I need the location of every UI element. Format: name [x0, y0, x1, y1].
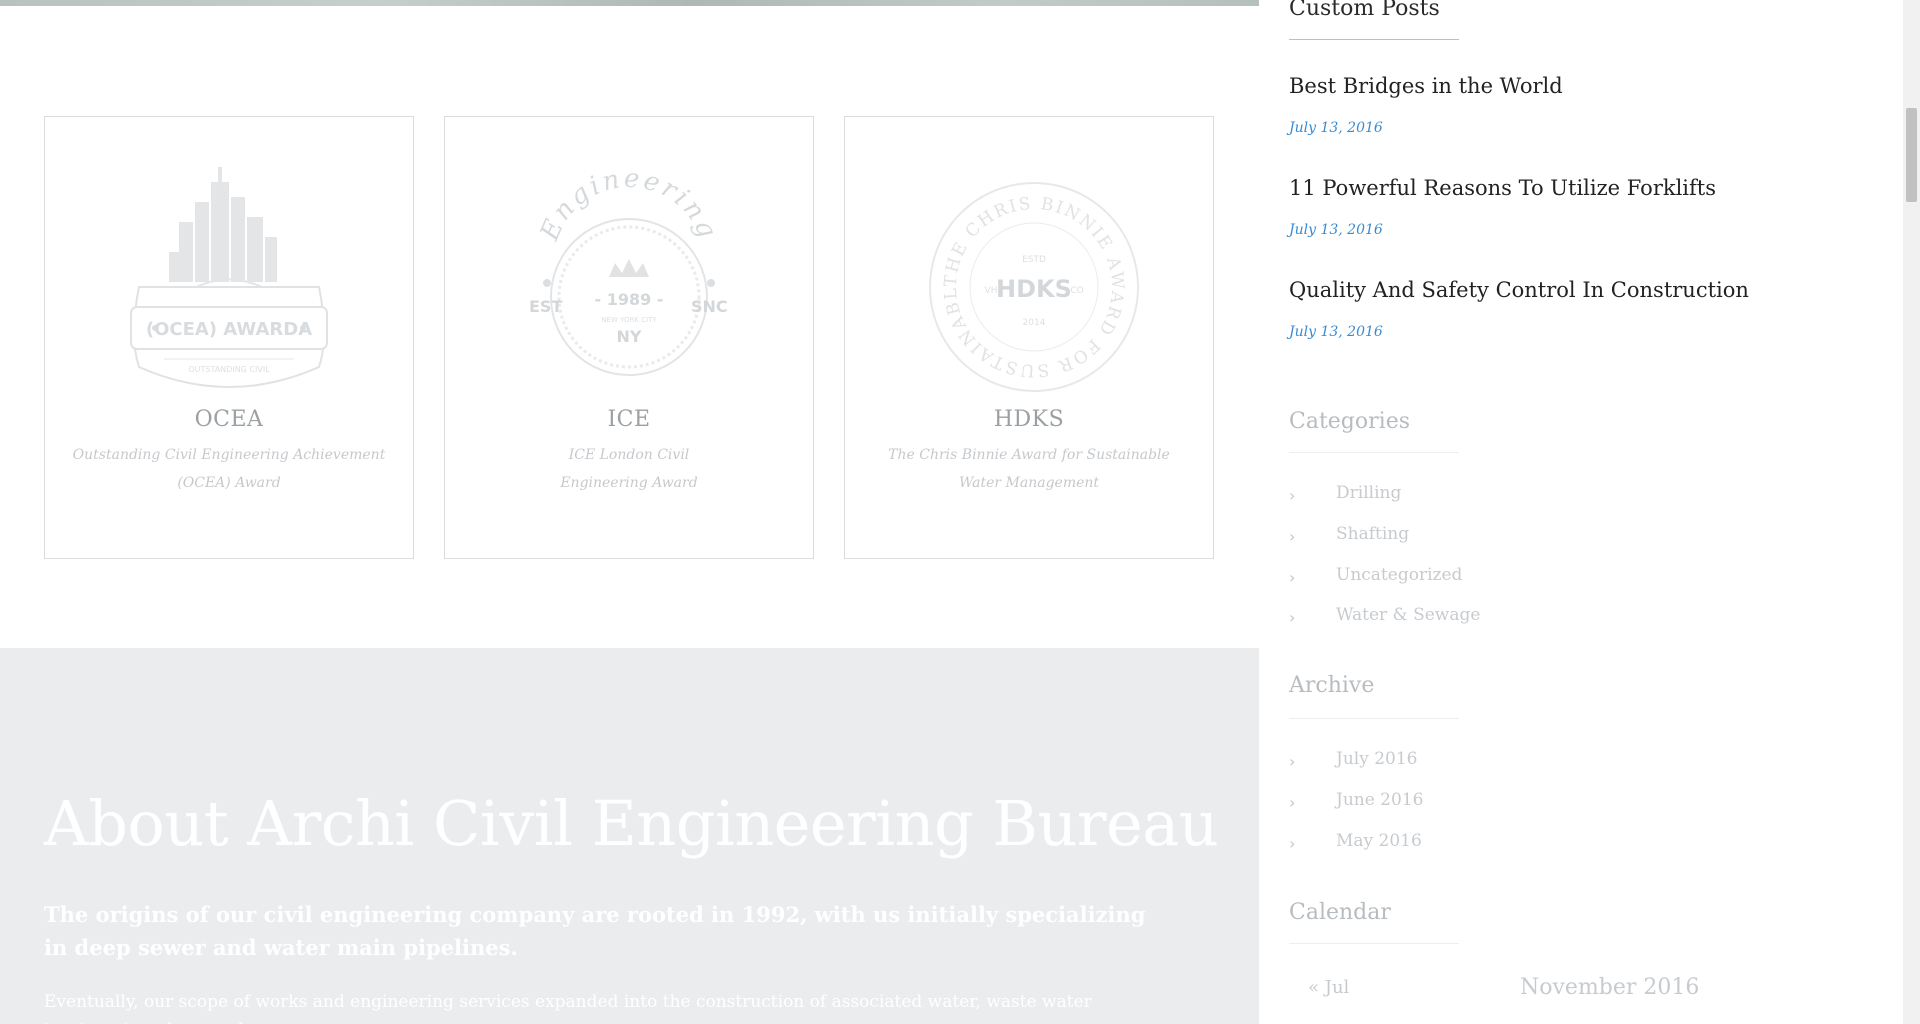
category-item[interactable]: › Water & Sewage	[1289, 605, 1689, 629]
scrollbar-thumb[interactable]	[1906, 108, 1917, 202]
ice-logo-left: EST	[529, 297, 562, 316]
award-title: HDKS	[993, 407, 1065, 432]
about-heading: About Archi Civil Engineering Bureau	[44, 787, 1219, 860]
award-card-ice: Engineering - 1989 - NEW YORK CITY NY ES…	[444, 116, 814, 559]
award-card-hdks: THE CHRIS BINNIE AWARD FOR SUSTAINABLE E…	[844, 116, 1214, 559]
post-date-1[interactable]: July 13, 2016	[1289, 120, 1383, 136]
category-label[interactable]: Uncategorized	[1336, 565, 1462, 585]
archive-item[interactable]: › May 2016	[1289, 831, 1689, 855]
category-label[interactable]: Drilling	[1336, 483, 1401, 503]
svg-text:Engineering: Engineering	[534, 167, 723, 246]
archive-title: Archive	[1289, 673, 1375, 698]
calendar-divider	[1289, 943, 1459, 944]
chevron-right-icon: ›	[1289, 608, 1296, 627]
award-card-ocea: (OCEA) AWARDA OUTSTANDING CIVIL OCEA Out…	[44, 116, 414, 559]
post-date-2[interactable]: July 13, 2016	[1289, 222, 1383, 238]
award-description: ICE London Civil Engineering Award	[560, 447, 698, 491]
post-link-1[interactable]: Best Bridges in the World	[1289, 74, 1563, 98]
ice-logo-ny: NY	[617, 327, 642, 346]
ice-logo-year: - 1989 -	[595, 290, 664, 309]
post-link-3[interactable]: Quality And Safety Control In Constructi…	[1289, 278, 1749, 302]
post-link-2[interactable]: 11 Powerful Reasons To Utilize Forklifts	[1289, 176, 1716, 200]
hdks-logo-left: VH	[985, 286, 998, 296]
category-label[interactable]: Water & Sewage	[1336, 605, 1480, 625]
award-description: The Chris Binnie Award for Sustainable W…	[888, 447, 1170, 491]
custom-posts-title: Custom Posts	[1289, 0, 1440, 21]
archive-label[interactable]: July 2016	[1336, 749, 1417, 769]
category-item[interactable]: › Uncategorized	[1289, 565, 1689, 589]
ocea-logo-subtext: OUTSTANDING CIVIL	[188, 365, 270, 374]
hdks-logo-center: HDKS	[996, 275, 1072, 303]
hero-image-strip	[0, 0, 1259, 6]
archive-label[interactable]: June 2016	[1336, 790, 1423, 810]
ice-logo-arc: Engineering	[534, 167, 720, 246]
archive-divider	[1289, 718, 1459, 719]
hdks-logo-top: ESTD	[1022, 255, 1046, 265]
calendar-month: November 2016	[1520, 975, 1700, 1000]
categories-title: Categories	[1289, 409, 1410, 434]
chevron-right-icon: ›	[1289, 793, 1296, 812]
ice-logo: Engineering - 1989 - NEW YORK CITY NY ES…	[529, 167, 728, 376]
hdks-logo: THE CHRIS BINNIE AWARD FOR SUSTAINABLE E…	[909, 167, 1139, 392]
award-description: Outstanding Civil Engineering Achievemen…	[72, 447, 386, 491]
category-item[interactable]: › Shafting	[1289, 524, 1689, 548]
awards-grid: (OCEA) AWARDA OUTSTANDING CIVIL OCEA Out…	[44, 116, 1214, 559]
hdks-logo-ring: THE CHRIS BINNIE AWARD FOR SUSTAINABLE	[909, 167, 1125, 380]
page-scrollbar[interactable]	[1903, 0, 1920, 1024]
post-date-3[interactable]: July 13, 2016	[1289, 324, 1383, 340]
ocea-logo-text: (OCEA) AWARDA	[146, 319, 312, 340]
ocea-logo: (OCEA) AWARDA OUTSTANDING CIVIL	[130, 167, 328, 388]
award-title: OCEA	[194, 407, 264, 432]
archive-item[interactable]: › July 2016	[1289, 749, 1689, 773]
category-item[interactable]: › Drilling	[1289, 483, 1689, 507]
calendar-prev-link[interactable]: « Jul	[1308, 977, 1349, 998]
about-body-paragraph: Eventually, our scope of works and engin…	[44, 992, 1092, 1024]
about-lead-paragraph: The origins of our civil engineering com…	[44, 902, 1146, 960]
chevron-right-icon: ›	[1289, 834, 1296, 853]
custom-posts-divider	[1289, 39, 1459, 40]
award-title: ICE	[607, 407, 651, 432]
about-section: About Archi Civil Engineering Bureau The…	[0, 648, 1259, 1024]
sidebar: Custom Posts Best Bridges in the World J…	[1289, 0, 1889, 1024]
hdks-logo-year: 2014	[1023, 318, 1046, 328]
chevron-right-icon: ›	[1289, 568, 1296, 587]
chevron-right-icon: ›	[1289, 527, 1296, 546]
hdks-logo-right: CO	[1070, 286, 1083, 296]
ice-logo-city: NEW YORK CITY	[601, 316, 657, 324]
calendar-title: Calendar	[1289, 900, 1391, 925]
categories-divider	[1289, 452, 1459, 453]
category-label[interactable]: Shafting	[1336, 524, 1409, 544]
svg-text:THE CHRIS BINNIE AWARD FOR SUS: THE CHRIS BINNIE AWARD FOR SUSTAINABLE	[909, 167, 1127, 380]
ice-logo-right: SNC	[691, 297, 728, 316]
chevron-right-icon: ›	[1289, 486, 1296, 505]
archive-label[interactable]: May 2016	[1336, 831, 1422, 851]
archive-item[interactable]: › June 2016	[1289, 790, 1689, 814]
chevron-right-icon: ›	[1289, 752, 1296, 771]
